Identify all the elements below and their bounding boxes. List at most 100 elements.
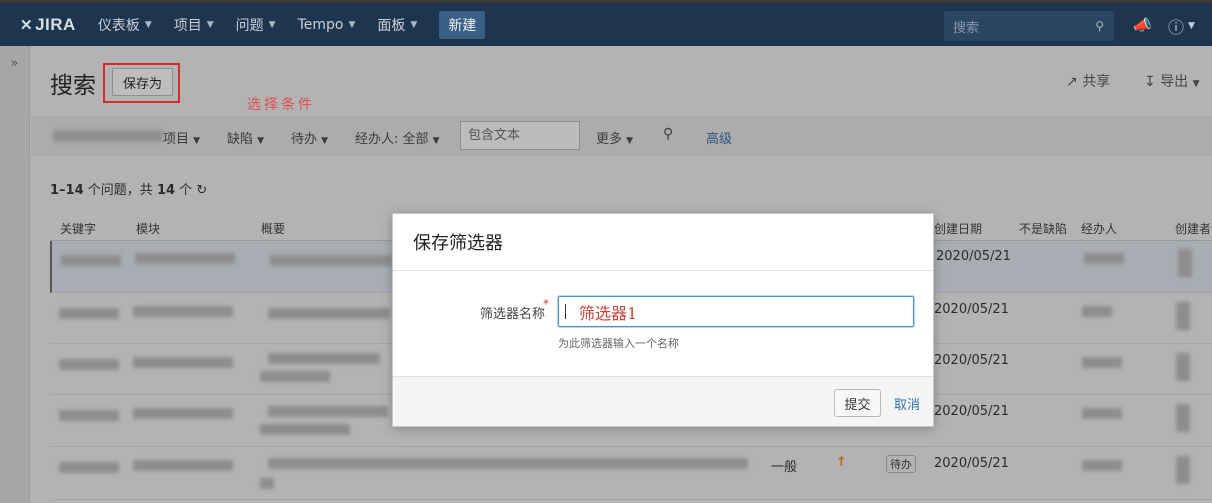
project-filter[interactable]: 项目 ▼ bbox=[163, 128, 200, 147]
redacted-assignee bbox=[1082, 357, 1122, 368]
search-icon: ⚲ bbox=[1095, 19, 1104, 33]
column-header-assignee[interactable]: 经办人 bbox=[1081, 220, 1117, 237]
created-date: 2020/05/21 bbox=[936, 249, 1011, 264]
results-count: 1–14 个问题，共 14 个 ↻ bbox=[50, 179, 207, 198]
redacted-summary-line2 bbox=[260, 371, 330, 382]
results-total: 14 bbox=[156, 183, 176, 198]
export-button[interactable]: ↧ 导出 ▼ bbox=[1144, 71, 1200, 91]
nav-tempo[interactable]: Tempo ▼ bbox=[298, 17, 356, 33]
chevron-down-icon: ▼ bbox=[268, 19, 276, 30]
cancel-link[interactable]: 取消 bbox=[894, 394, 920, 413]
submit-button[interactable]: 提交 bbox=[834, 389, 881, 417]
filter-name-input[interactable]: 筛选器1 bbox=[558, 296, 914, 327]
created-date: 2020/05/21 bbox=[934, 302, 1009, 317]
table-row[interactable]: 一般 ↑ 待办 2020/05/21 bbox=[50, 448, 1212, 500]
nav-boards[interactable]: 面板 ▼ bbox=[377, 15, 417, 35]
nav-boards-label: 面板 bbox=[377, 17, 406, 34]
help-menu[interactable]: ⓘ ▼ bbox=[1168, 14, 1195, 38]
save-as-button[interactable]: 保存为 bbox=[112, 68, 173, 96]
redacted-summary bbox=[268, 406, 388, 417]
nav-issues-label: 问题 bbox=[235, 17, 264, 34]
dialog-footer: 提交 取消 bbox=[393, 376, 933, 426]
redacted-module bbox=[135, 253, 235, 264]
export-label: 导出 bbox=[1160, 74, 1189, 90]
refresh-icon[interactable]: ↻ bbox=[196, 183, 207, 198]
nav-dashboards[interactable]: 仪表板 ▼ bbox=[98, 15, 152, 35]
advanced-search-link[interactable]: 高级 bbox=[706, 128, 732, 147]
nav-projects-label: 项目 bbox=[173, 17, 202, 34]
expand-sidebar-icon[interactable]: » bbox=[0, 56, 29, 71]
priority-up-arrow-icon: ↑ bbox=[836, 455, 847, 470]
create-button[interactable]: 新建 bbox=[439, 10, 486, 39]
redacted-assignee bbox=[1084, 253, 1124, 264]
status-badge: 待办 bbox=[886, 455, 916, 473]
chevron-down-icon: ▼ bbox=[206, 19, 214, 30]
notifications-icon[interactable]: 📣 bbox=[1133, 16, 1152, 34]
jira-logo[interactable]: ✕ JIRA bbox=[20, 15, 76, 35]
annotation-text: 选择条件 bbox=[247, 97, 315, 113]
redacted-project-name bbox=[53, 130, 163, 142]
redacted-summary bbox=[270, 255, 392, 266]
dialog-header: 保存筛选器 bbox=[393, 214, 933, 271]
share-icon: ↗ bbox=[1066, 74, 1078, 90]
redacted-assignee bbox=[1082, 306, 1112, 317]
redacted-summary-line2 bbox=[260, 424, 350, 435]
redacted-assignee bbox=[1082, 408, 1122, 419]
nav-issues[interactable]: 问题 ▼ bbox=[236, 15, 276, 35]
help-icon: ⓘ bbox=[1168, 18, 1185, 37]
nav-projects[interactable]: 项目 ▼ bbox=[174, 15, 214, 35]
more-filter[interactable]: 更多 ▼ bbox=[596, 128, 633, 147]
created-date: 2020/05/21 bbox=[934, 456, 1009, 471]
chevron-down-icon: ▼ bbox=[348, 19, 356, 30]
chevron-down-icon: ▼ bbox=[1188, 21, 1195, 31]
share-button[interactable]: ↗ 共享 bbox=[1066, 71, 1110, 91]
results-text-mid: 个问题，共 bbox=[87, 183, 153, 198]
search-icon[interactable]: ⚲ bbox=[663, 126, 673, 142]
priority-label: 一般 bbox=[771, 460, 798, 475]
save-filter-dialog: 保存筛选器 筛选器名称 * 筛选器1 为此筛选器输入一个名称 提交 取消 bbox=[392, 213, 934, 427]
filter-bar: 项目 ▼ 缺陷 ▼ 待办 ▼ 经办人: 全部 ▼ 包含文本 更多 ▼ ⚲ 高级 bbox=[31, 116, 1212, 156]
chevron-down-icon: ▼ bbox=[257, 136, 265, 146]
export-icon: ↧ bbox=[1144, 74, 1156, 90]
column-header-key[interactable]: 关键字 bbox=[60, 220, 96, 237]
top-navigation: ✕ JIRA 仪表板 ▼ 项目 ▼ 问题 ▼ Tempo ▼ 面板 ▼ 新建 搜… bbox=[0, 0, 1212, 46]
redacted-creator bbox=[1176, 353, 1190, 381]
created-date: 2020/05/21 bbox=[934, 404, 1009, 419]
column-header-not-defect[interactable]: 不是缺陷 bbox=[1019, 220, 1067, 237]
filter-name-value: 筛选器1 bbox=[579, 303, 638, 323]
nav-dashboards-label: 仪表板 bbox=[97, 17, 140, 34]
dialog-title: 保存筛选器 bbox=[413, 233, 503, 254]
status-filter[interactable]: 待办 ▼ bbox=[291, 128, 328, 147]
redacted-creator bbox=[1178, 249, 1192, 277]
redacted-creator bbox=[1176, 404, 1190, 432]
assignee-filter[interactable]: 经办人: 全部 ▼ bbox=[355, 128, 440, 147]
jira-logo-icon: ✕ bbox=[20, 16, 34, 34]
chevron-down-icon: ▼ bbox=[1192, 79, 1200, 89]
redacted-module bbox=[133, 408, 233, 419]
column-header-module[interactable]: 模块 bbox=[136, 220, 160, 237]
results-text-end: 个 bbox=[179, 183, 193, 198]
type-filter[interactable]: 缺陷 ▼ bbox=[227, 128, 264, 147]
page-title: 搜索 bbox=[50, 73, 96, 99]
type-filter-label: 缺陷 bbox=[227, 132, 254, 147]
text-filter-input[interactable]: 包含文本 bbox=[460, 121, 580, 150]
redacted-creator bbox=[1176, 456, 1190, 484]
column-header-creator[interactable]: 创建者 bbox=[1175, 220, 1211, 237]
global-search-input[interactable]: 搜索 ⚲ bbox=[944, 11, 1114, 41]
redacted-module bbox=[133, 357, 233, 368]
redacted-summary bbox=[268, 308, 390, 319]
redacted-key bbox=[59, 410, 119, 421]
chevron-down-icon: ▼ bbox=[321, 136, 329, 146]
redacted-summary bbox=[268, 353, 380, 364]
redacted-summary-line2 bbox=[260, 478, 274, 489]
status-filter-label: 待办 bbox=[291, 132, 318, 147]
filter-name-description: 为此筛选器输入一个名称 bbox=[558, 337, 679, 350]
chevron-down-icon: ▼ bbox=[626, 136, 634, 146]
redacted-module bbox=[133, 306, 233, 317]
chevron-down-icon: ▼ bbox=[144, 19, 152, 30]
created-date: 2020/05/21 bbox=[934, 353, 1009, 368]
column-header-created[interactable]: 创建日期 bbox=[934, 220, 982, 237]
required-marker: * bbox=[543, 297, 549, 311]
redacted-creator bbox=[1176, 302, 1190, 330]
column-header-summary[interactable]: 概要 bbox=[261, 220, 285, 237]
